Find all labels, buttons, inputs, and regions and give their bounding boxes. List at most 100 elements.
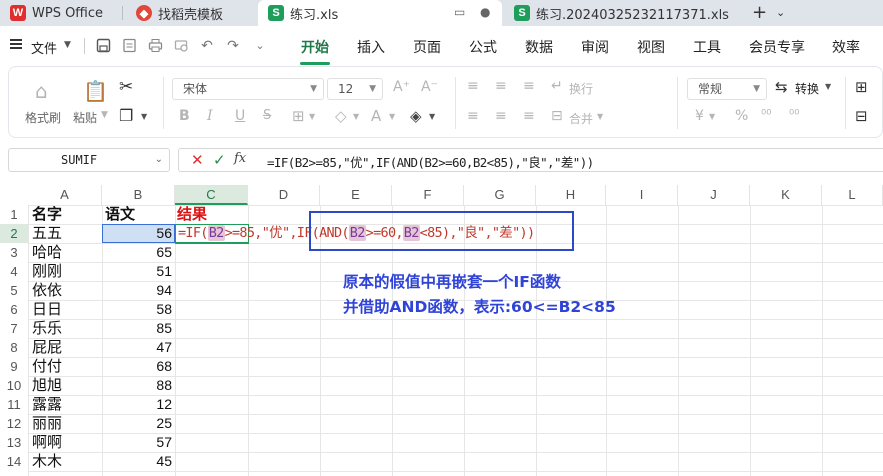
confirm-icon[interactable]: ✓	[213, 151, 226, 169]
cell-name[interactable]: 五五	[32, 224, 62, 243]
column-header-e[interactable]: E	[320, 185, 392, 205]
align-right-icon[interactable]: ≡	[523, 108, 535, 124]
menu-page[interactable]: 页面	[413, 37, 441, 57]
cell-score[interactable]: 65	[104, 243, 172, 262]
chevron-down-icon[interactable]: ▼	[141, 112, 147, 121]
paste-icon[interactable]: 📋	[83, 79, 108, 103]
select-all-corner[interactable]	[0, 185, 28, 205]
tab-practice-backup[interactable]: S 练习.20240325232117371.xls	[504, 0, 742, 26]
cell-name[interactable]: 乐乐	[32, 319, 62, 338]
currency-icon[interactable]: ¥	[695, 108, 704, 124]
new-tab-icon[interactable]: +	[752, 2, 767, 23]
cell-score[interactable]: 25	[104, 414, 172, 433]
font-name-select[interactable]: 宋体 ▼	[172, 78, 324, 100]
column-header-l[interactable]: L	[822, 185, 883, 205]
cell-score[interactable]: 12	[104, 395, 172, 414]
row-header[interactable]: 5	[0, 281, 28, 300]
print-preview-icon[interactable]	[173, 38, 189, 54]
bold-button[interactable]: B	[179, 108, 190, 124]
worksheet-icon[interactable]: ⊟	[855, 107, 868, 125]
window-mode-icon[interactable]: ▭	[454, 5, 465, 19]
cell-score[interactable]: 47	[104, 338, 172, 357]
align-bottom-icon[interactable]: ≡	[523, 78, 535, 94]
menu-tools[interactable]: 工具	[693, 37, 721, 57]
function-icon[interactable]: fx	[234, 151, 246, 166]
chevron-down-icon[interactable]: ▼	[309, 112, 315, 121]
row-header[interactable]: 11	[0, 395, 28, 414]
italic-button[interactable]: I	[207, 108, 213, 124]
row-header[interactable]: 14	[0, 452, 28, 471]
column-header-h[interactable]: H	[536, 185, 606, 205]
copy-icon[interactable]: ❐	[119, 106, 133, 125]
export-pdf-icon[interactable]	[121, 38, 137, 54]
chevron-down-icon[interactable]: ▼	[389, 112, 395, 121]
cell-score[interactable]: 85	[104, 319, 172, 338]
menu-efficiency[interactable]: 效率	[832, 37, 860, 57]
cell-score[interactable]: 51	[104, 262, 172, 281]
menu-home[interactable]: 开始	[301, 37, 329, 57]
align-left-icon[interactable]: ≡	[467, 108, 479, 124]
convert-label[interactable]: 转换	[795, 80, 819, 97]
column-header-g[interactable]: G	[464, 185, 536, 205]
print-icon[interactable]	[147, 38, 163, 54]
row-header[interactable]: 9	[0, 357, 28, 376]
cell-name[interactable]: 露露	[32, 395, 62, 414]
name-box[interactable]: SUMIF ⌄	[8, 148, 170, 172]
tab-wps-office[interactable]: W WPS Office	[0, 0, 118, 26]
wrap-text-icon[interactable]: ↵	[551, 78, 563, 94]
decimal-increase-icon[interactable]: ⁰⁰	[761, 108, 771, 123]
row-header[interactable]: 10	[0, 376, 28, 395]
row-header[interactable]: 13	[0, 433, 28, 452]
cut-icon[interactable]: ✂	[119, 77, 133, 97]
undo-icon[interactable]: ↶	[199, 38, 215, 54]
column-header-c[interactable]: C	[175, 185, 248, 205]
row-header[interactable]: 3	[0, 243, 28, 262]
menu-data[interactable]: 数据	[525, 37, 553, 57]
cell-score[interactable]: 68	[104, 357, 172, 376]
header-cell-chinese[interactable]: 语文	[105, 205, 135, 224]
chevron-down-icon[interactable]: ▼	[825, 82, 831, 91]
unsaved-dot-icon[interactable]: ●	[480, 5, 490, 19]
cell-score[interactable]: 88	[104, 376, 172, 395]
chevron-down-icon[interactable]: ⌄	[776, 6, 785, 19]
cell-name[interactable]: 日日	[32, 300, 62, 319]
chevron-down-icon[interactable]: ▼	[64, 40, 71, 50]
chevron-down-icon[interactable]: ▼	[597, 112, 603, 121]
cell-score[interactable]: 58	[104, 300, 172, 319]
align-top-icon[interactable]: ≡	[467, 78, 479, 94]
border-icon[interactable]: ⊞	[292, 107, 305, 125]
font-color-icon[interactable]: A	[371, 107, 381, 125]
row-header[interactable]: 4	[0, 262, 28, 281]
column-header-d[interactable]: D	[248, 185, 320, 205]
cell-name[interactable]: 啊啊	[32, 433, 62, 452]
cancel-icon[interactable]: ✕	[191, 151, 204, 169]
header-cell-name[interactable]: 名字	[32, 205, 62, 224]
format-painter-icon[interactable]: ⌂	[35, 79, 48, 103]
cell-score[interactable]: 57	[104, 433, 172, 452]
align-center-icon[interactable]: ≡	[495, 108, 507, 124]
cell-name[interactable]: 刚刚	[32, 262, 62, 281]
tab-practice-xls[interactable]: S 练习.xls ▭ ●	[258, 0, 502, 26]
chevron-down-icon[interactable]: ▼	[101, 110, 108, 120]
redo-icon[interactable]: ↷	[225, 38, 241, 54]
decrease-font-icon[interactable]: A⁻	[421, 79, 438, 95]
fill-color-icon[interactable]: ◇	[335, 107, 347, 125]
convert-icon[interactable]: ⇆	[775, 78, 788, 96]
merge-label[interactable]: 合并	[569, 110, 593, 127]
number-format-select[interactable]: 常规 ▼	[687, 78, 767, 100]
formula-input[interactable]: =IF(B2>=85,"优",IF(AND(B2>=60,B2<85),"良",…	[267, 152, 594, 171]
eraser-icon[interactable]: ◈	[410, 107, 422, 125]
row-header[interactable]: 6	[0, 300, 28, 319]
menu-member[interactable]: 会员专享	[749, 37, 805, 57]
column-header-b[interactable]: B	[102, 185, 175, 205]
percent-icon[interactable]: %	[735, 108, 748, 124]
column-header-j[interactable]: J	[678, 185, 750, 205]
strikethrough-icon[interactable]: S̶	[263, 108, 271, 123]
cell-name[interactable]: 木木	[32, 452, 62, 471]
chevron-down-icon[interactable]: ⌄	[252, 38, 268, 54]
menu-review[interactable]: 审阅	[581, 37, 609, 57]
row-column-icon[interactable]: ⊞	[855, 78, 868, 96]
chevron-down-icon[interactable]: ▼	[429, 112, 435, 121]
row-header[interactable]: 8	[0, 338, 28, 357]
menu-insert[interactable]: 插入	[357, 37, 385, 57]
